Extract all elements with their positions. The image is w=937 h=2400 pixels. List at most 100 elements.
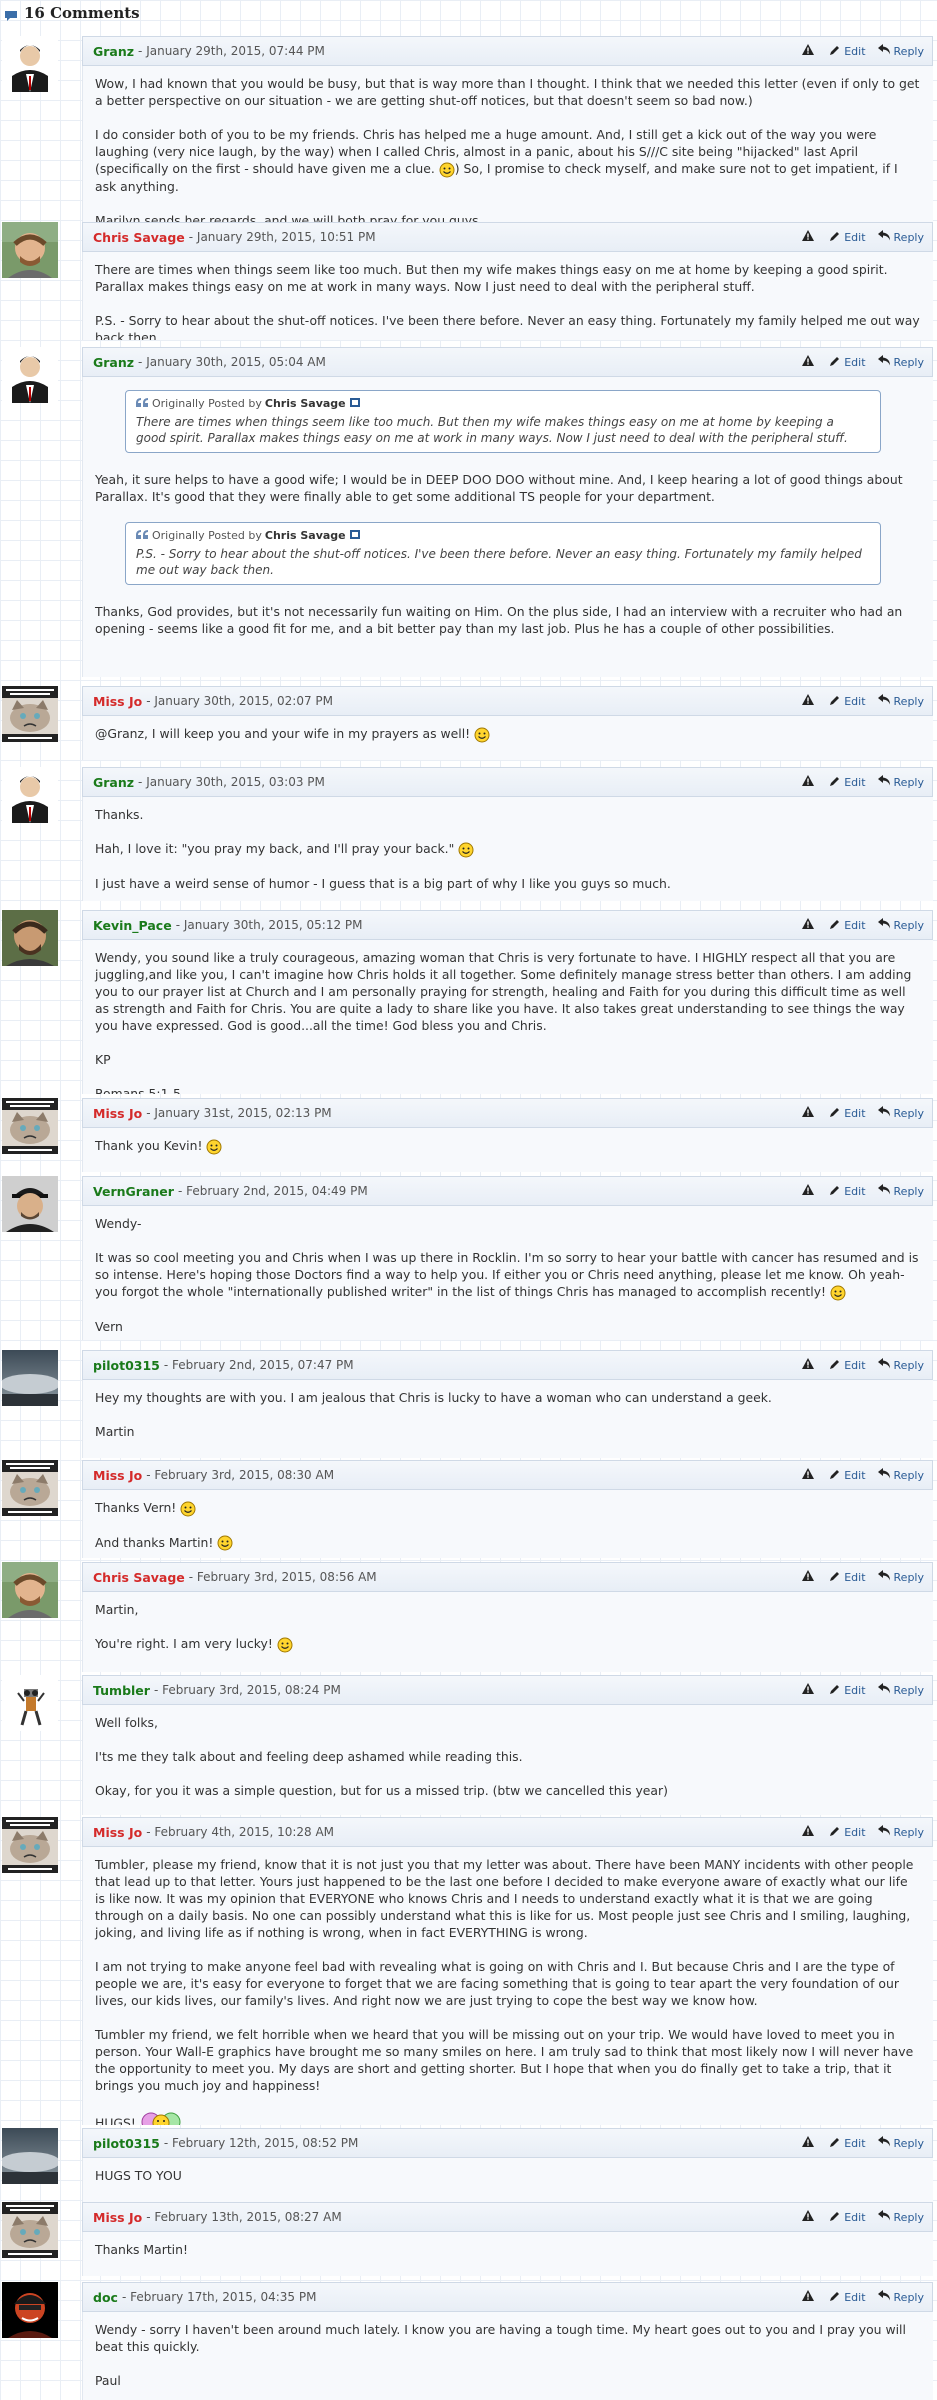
report-button[interactable] xyxy=(802,1825,817,1839)
reply-button[interactable]: Reply xyxy=(877,1570,924,1584)
report-button[interactable] xyxy=(802,1106,817,1120)
report-button[interactable] xyxy=(802,775,817,789)
avatar[interactable] xyxy=(2,2128,58,2184)
username[interactable]: Granz xyxy=(93,44,134,59)
reply-button[interactable]: Reply xyxy=(877,2210,924,2224)
reply-button[interactable]: Reply xyxy=(877,1825,924,1839)
edit-button[interactable]: Edit xyxy=(829,230,866,245)
avatar[interactable] xyxy=(2,686,58,742)
edit-button[interactable]: Edit xyxy=(829,1184,866,1199)
reply-button[interactable]: Reply xyxy=(877,44,924,58)
comment-date: - February 13th, 2015, 08:27 AM xyxy=(146,2210,342,2224)
edit-button[interactable]: Edit xyxy=(829,1683,866,1698)
comment: Chris Savage - January 29th, 2015, 10:51… xyxy=(0,222,935,340)
avatar[interactable] xyxy=(2,767,58,823)
username[interactable]: pilot0315 xyxy=(93,1358,160,1373)
edit-button[interactable]: Edit xyxy=(829,2136,866,2151)
comment-paragraph: Thanks Martin! xyxy=(95,2241,921,2258)
comment-text: Romans 5:1-5 xyxy=(95,1086,181,1094)
avatar[interactable] xyxy=(2,2202,58,2258)
reply-button[interactable]: Reply xyxy=(877,2290,924,2304)
avatar[interactable] xyxy=(2,36,58,92)
reply-button[interactable]: Reply xyxy=(877,775,924,789)
quote-box: Originally Posted by Chris Savage P.S. -… xyxy=(125,522,881,585)
report-button[interactable] xyxy=(802,44,817,58)
username[interactable]: Chris Savage xyxy=(93,230,185,245)
report-button[interactable] xyxy=(802,918,817,932)
report-button[interactable] xyxy=(802,1683,817,1697)
reply-button[interactable]: Reply xyxy=(877,1358,924,1372)
reply-button[interactable]: Reply xyxy=(877,1683,924,1697)
reply-button[interactable]: Reply xyxy=(877,1468,924,1482)
avatar[interactable] xyxy=(2,1562,58,1618)
reply-button[interactable]: Reply xyxy=(877,918,924,932)
comment-actions: Edit Reply xyxy=(790,2290,932,2305)
comment-date: - February 3rd, 2015, 08:24 PM xyxy=(153,1683,341,1697)
username[interactable]: Miss Jo xyxy=(93,2210,142,2225)
report-button[interactable] xyxy=(802,355,817,369)
avatar[interactable] xyxy=(2,1098,58,1154)
edit-button[interactable]: Edit xyxy=(829,775,866,790)
username[interactable]: Kevin_Pace xyxy=(93,918,172,933)
reply-button[interactable]: Reply xyxy=(877,694,924,708)
username[interactable]: pilot0315 xyxy=(93,2136,160,2151)
avatar[interactable] xyxy=(2,1817,58,1873)
username[interactable]: Granz xyxy=(93,775,134,790)
reply-button[interactable]: Reply xyxy=(877,1106,924,1120)
avatar[interactable] xyxy=(2,1675,58,1731)
report-button[interactable] xyxy=(802,1184,817,1198)
report-button[interactable] xyxy=(802,1358,817,1372)
report-button[interactable] xyxy=(802,2210,817,2224)
username[interactable]: doc xyxy=(93,2290,118,2305)
comment-text: It was so cool meeting you and Chris whe… xyxy=(95,1250,919,1299)
avatar[interactable] xyxy=(2,347,58,403)
report-button[interactable] xyxy=(802,1468,817,1482)
quote-author[interactable]: Chris Savage xyxy=(265,527,346,544)
comment-body: Originally Posted by Chris Savage There … xyxy=(82,377,933,677)
edit-button[interactable]: Edit xyxy=(829,694,866,709)
edit-button[interactable]: Edit xyxy=(829,1570,866,1585)
avatar[interactable] xyxy=(2,1176,58,1232)
edit-button[interactable]: Edit xyxy=(829,1825,866,1840)
username[interactable]: Miss Jo xyxy=(93,1106,142,1121)
reply-button[interactable]: Reply xyxy=(877,1184,924,1198)
username[interactable]: Miss Jo xyxy=(93,1825,142,1840)
edit-button[interactable]: Edit xyxy=(829,1358,866,1373)
reply-button[interactable]: Reply xyxy=(877,230,924,244)
reply-button[interactable]: Reply xyxy=(877,355,924,369)
comment-body: Well folks, I'ts me they talk about and f… xyxy=(82,1705,933,1815)
username[interactable]: Tumbler xyxy=(93,1683,150,1698)
quote-author[interactable]: Chris Savage xyxy=(265,395,346,412)
report-button[interactable] xyxy=(802,1570,817,1584)
edit-button[interactable]: Edit xyxy=(829,2290,866,2305)
reply-arrow-icon xyxy=(877,694,894,708)
report-button[interactable] xyxy=(802,2136,817,2150)
username[interactable]: VernGraner xyxy=(93,1184,174,1199)
comment: Granz - January 30th, 2015, 03:03 PM Edi… xyxy=(0,767,935,901)
report-button[interactable] xyxy=(802,230,817,244)
report-button[interactable] xyxy=(802,2290,817,2304)
avatar[interactable] xyxy=(2,2282,58,2338)
avatar[interactable] xyxy=(2,222,58,278)
edit-button[interactable]: Edit xyxy=(829,2210,866,2225)
comment-date: - January 30th, 2015, 03:03 PM xyxy=(138,775,325,789)
username[interactable]: Granz xyxy=(93,355,134,370)
username[interactable]: Chris Savage xyxy=(93,1570,185,1585)
view-post-icon[interactable] xyxy=(349,527,360,544)
username[interactable]: Miss Jo xyxy=(93,1468,142,1483)
edit-button[interactable]: Edit xyxy=(829,918,866,933)
reply-button[interactable]: Reply xyxy=(877,2136,924,2150)
avatar[interactable] xyxy=(2,1350,58,1406)
edit-button[interactable]: Edit xyxy=(829,44,866,59)
edit-button[interactable]: Edit xyxy=(829,1468,866,1483)
view-post-icon[interactable] xyxy=(349,395,360,412)
avatar[interactable] xyxy=(2,910,58,966)
comment-body: There are times when things seem like to… xyxy=(82,252,933,340)
avatar[interactable] xyxy=(2,1460,58,1516)
edit-button[interactable]: Edit xyxy=(829,1106,866,1121)
edit-button[interactable]: Edit xyxy=(829,355,866,370)
smile-emoticon xyxy=(458,842,474,858)
username[interactable]: Miss Jo xyxy=(93,694,142,709)
reply-label: Reply xyxy=(893,230,924,244)
report-button[interactable] xyxy=(802,694,817,708)
